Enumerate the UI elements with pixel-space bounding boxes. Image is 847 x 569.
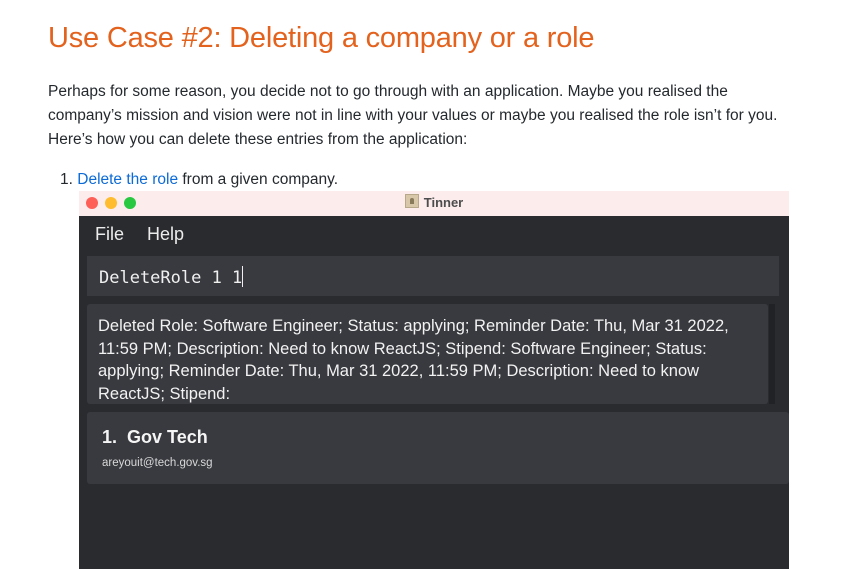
result-scrollbar[interactable] [769,304,775,404]
company-card[interactable]: 1. Gov Tech areyouit@tech.gov.sg [87,412,789,484]
text-caret [242,266,244,287]
company-name-text: Gov Tech [127,427,208,447]
step-number: 1. [60,171,73,188]
command-input-text: DeleteRole 1 1 [99,268,243,288]
window-titlebar: Tinner [79,191,789,216]
window-title: Tinner [79,194,789,210]
list-item-step-1: 1. Delete the role from a given company. [60,168,338,192]
menu-help[interactable]: Help [147,224,184,245]
result-text: Deleted Role: Software Engineer; Status:… [98,317,729,403]
menu-file[interactable]: File [95,224,124,245]
section-heading: Use Case #2: Deleting a company or a rol… [48,22,595,54]
step-text: from a given company. [178,171,339,188]
menu-bar: File Help [79,216,789,252]
company-email: areyouit@tech.gov.sg [102,457,213,469]
app-window-screenshot: Tinner File Help DeleteRole 1 1 Deleted … [79,191,789,569]
company-name: 1. Gov Tech [102,427,208,448]
company-index: 1. [102,427,118,447]
result-display: Deleted Role: Software Engineer; Status:… [87,304,768,404]
intro-paragraph: Perhaps for some reason, you decide not … [48,83,778,148]
delete-role-link[interactable]: Delete the role [77,171,178,188]
app-icon [404,194,419,208]
window-title-text: Tinner [423,195,464,210]
company-list: 1. Gov Tech areyouit@tech.gov.sg [85,412,789,569]
command-input[interactable]: DeleteRole 1 1 [87,256,779,296]
